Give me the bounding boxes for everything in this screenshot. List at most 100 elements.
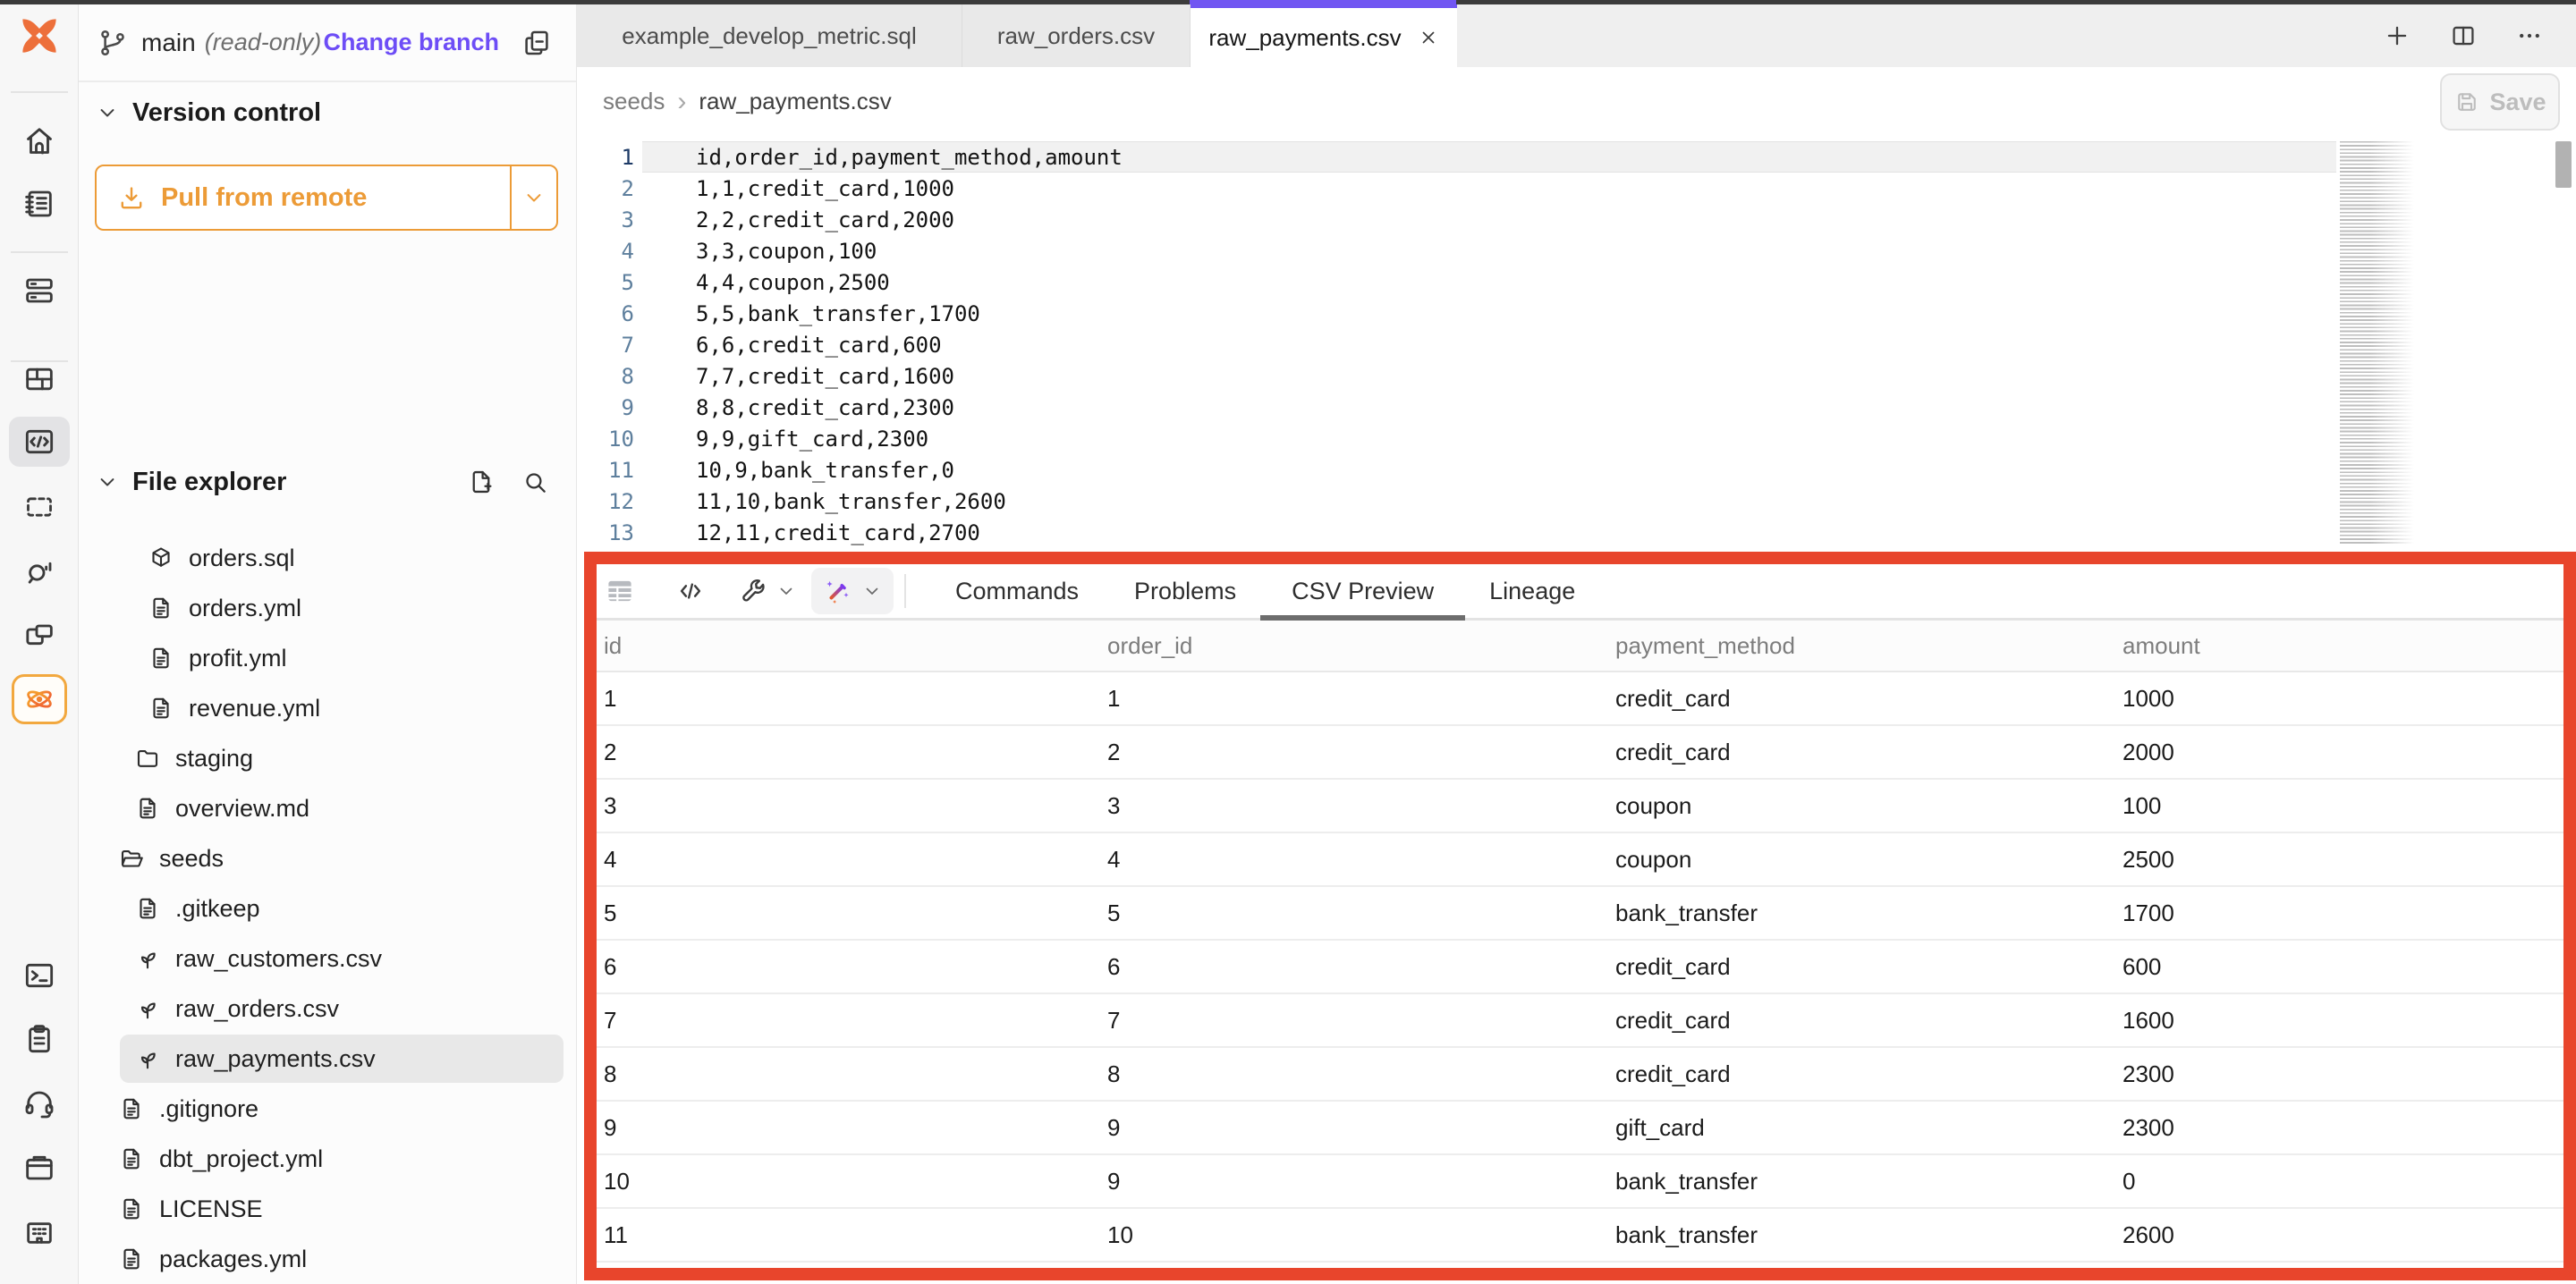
table-cell: 5	[1102, 900, 1610, 927]
pull-from-remote-button[interactable]: Pull from remote	[95, 165, 558, 231]
copy-icon[interactable]	[521, 27, 553, 59]
activity-item-layout-icon[interactable]	[9, 354, 70, 404]
table-cell: 600	[2117, 953, 2563, 981]
line-number: 12	[577, 489, 666, 514]
seedling-icon	[134, 945, 161, 972]
search-icon[interactable]	[521, 468, 549, 496]
split-editor-icon[interactable]	[2449, 21, 2478, 50]
file-item-seeds[interactable]: seeds	[104, 834, 564, 883]
file-name: orders.yml	[189, 595, 301, 622]
tab-example_develop_metric.sql[interactable]: example_develop_metric.sql	[577, 4, 962, 67]
activity-item-terminal-icon[interactable]	[9, 950, 70, 1001]
activity-item-copilot-icon[interactable]	[12, 674, 67, 724]
save-button[interactable]: Save	[2440, 73, 2560, 131]
activity-item-organization-icon[interactable]	[9, 1208, 70, 1258]
file-item-orders.sql[interactable]: orders.sql	[133, 534, 564, 582]
activity-item-support-icon[interactable]	[9, 1078, 70, 1128]
tab-label: raw_payments.csv	[1208, 24, 1401, 52]
table-cell: bank_transfer	[1610, 900, 2117, 927]
activity-item-canvas-icon[interactable]	[9, 482, 70, 532]
table-cell: gift_card	[1610, 1114, 2117, 1142]
file-name: raw_customers.csv	[175, 945, 382, 973]
file-name: raw_orders.csv	[175, 995, 339, 1023]
table-view-icon[interactable]	[604, 575, 636, 607]
editor-tab-bar: example_develop_metric.sqlraw_orders.csv…	[577, 4, 2576, 67]
file-item-revenue.yml[interactable]: revenue.yml	[133, 684, 564, 732]
line-content: 4,4,coupon,2500	[696, 270, 890, 295]
editor-header-row: seeds › raw_payments.csv Save	[577, 67, 2576, 136]
line-number: 5	[577, 270, 666, 295]
table-cell: credit_card	[1610, 739, 2117, 766]
activity-item-stack-icon[interactable]	[9, 266, 70, 316]
new-file-icon[interactable]	[467, 468, 496, 496]
file-item-raw_orders.csv[interactable]: raw_orders.csv	[120, 984, 564, 1033]
download-icon	[116, 182, 147, 213]
cube-icon	[148, 545, 174, 571]
activity-item-clipboard-icon[interactable]	[9, 1014, 70, 1064]
editor-line: 98,8,credit_card,2300	[577, 392, 2576, 423]
file-item-raw_customers.csv[interactable]: raw_customers.csv	[120, 934, 564, 983]
dbt-logo-icon[interactable]	[13, 13, 65, 59]
version-control-header[interactable]: Version control	[79, 89, 576, 136]
editor-line: 32,2,credit_card,2000	[577, 204, 2576, 235]
file-name: LICENSE	[159, 1195, 263, 1223]
activity-item-develop-icon[interactable]	[9, 417, 70, 467]
activity-item-notebook-icon[interactable]	[9, 179, 70, 229]
panel-tab-Problems[interactable]: Problems	[1134, 564, 1236, 618]
file-name: staging	[175, 745, 253, 773]
dbt-cloud-ide: { "activity_bar": { "items": [ { "name":…	[0, 0, 2576, 1284]
file-item-dbt_project.yml[interactable]: dbt_project.yml	[104, 1135, 564, 1183]
editor-line: 1312,11,credit_card,2700	[577, 517, 2576, 548]
file-item-.gitignore[interactable]: .gitignore	[104, 1085, 564, 1133]
file-item-LICENSE[interactable]: LICENSE	[104, 1185, 564, 1233]
file-row: raw_orders.csv	[79, 984, 576, 1034]
copilot-wand-dropdown[interactable]	[811, 568, 894, 614]
file-row: orders.yml	[79, 583, 576, 633]
file-item-overview.md[interactable]: overview.md	[120, 784, 564, 832]
breadcrumb-folder[interactable]: seeds	[603, 88, 665, 115]
line-content: 1,1,credit_card,1000	[696, 176, 954, 201]
editor-line: 43,3,coupon,100	[577, 235, 2576, 266]
change-branch-link[interactable]: Change branch	[323, 29, 499, 56]
file-item-profit.yml[interactable]: profit.yml	[133, 634, 564, 682]
panel-tab-Commands[interactable]: Commands	[955, 564, 1079, 618]
code-view-icon[interactable]	[675, 576, 706, 606]
pull-dropdown-caret[interactable]	[510, 166, 556, 229]
bottom-panel-toolbar: Commands Problems CSV Preview Lineage	[597, 564, 2563, 621]
file-item-raw_payments.csv[interactable]: raw_payments.csv	[120, 1035, 564, 1083]
file-item-packages.yml[interactable]: packages.yml	[104, 1235, 564, 1283]
table-cell: 10	[598, 1168, 1102, 1195]
chevron-down-icon	[95, 100, 120, 125]
file-row: overview.md	[79, 783, 576, 833]
scrollbar-thumb[interactable]	[2555, 141, 2572, 188]
line-content: 5,5,bank_transfer,1700	[696, 301, 980, 326]
tab-raw_payments.csv[interactable]: raw_payments.csv	[1191, 4, 1457, 67]
activity-item-apps-icon[interactable]	[9, 612, 70, 662]
activity-item-explore-icon[interactable]	[9, 546, 70, 596]
save-button-label: Save	[2489, 89, 2546, 116]
table-row: 88credit_card2300	[597, 1048, 2563, 1102]
code-editor[interactable]: 1id,order_id,payment_method,amount21,1,c…	[577, 136, 2576, 553]
build-tools-dropdown[interactable]	[738, 576, 797, 606]
table-cell: 100	[2117, 792, 2563, 820]
doc-icon	[118, 1145, 145, 1172]
file-name: overview.md	[175, 795, 309, 823]
panel-tab-CSV Preview[interactable]: CSV Preview	[1292, 564, 1434, 618]
editor-line: 1110,9,bank_transfer,0	[577, 454, 2576, 486]
file-item-.gitkeep[interactable]: .gitkeep	[120, 884, 564, 933]
table-cell: 2300	[2117, 1060, 2563, 1088]
minimap[interactable]	[2340, 141, 2417, 545]
line-number: 13	[577, 520, 666, 545]
tab-raw_orders.csv[interactable]: raw_orders.csv	[962, 4, 1191, 67]
file-item-orders.yml[interactable]: orders.yml	[133, 584, 564, 632]
panel-tab-Lineage[interactable]: Lineage	[1489, 564, 1575, 618]
activity-item-home-icon[interactable]	[9, 116, 70, 166]
activity-item-projects-icon[interactable]	[9, 1143, 70, 1193]
file-explorer-header[interactable]: File explorer	[79, 459, 576, 505]
more-options-icon[interactable]	[2515, 21, 2544, 50]
table-cell: credit_card	[1610, 953, 2117, 981]
file-name: dbt_project.yml	[159, 1145, 323, 1173]
new-tab-icon[interactable]	[2383, 21, 2411, 50]
close-icon[interactable]	[1418, 27, 1439, 48]
file-item-staging[interactable]: staging	[120, 734, 564, 782]
